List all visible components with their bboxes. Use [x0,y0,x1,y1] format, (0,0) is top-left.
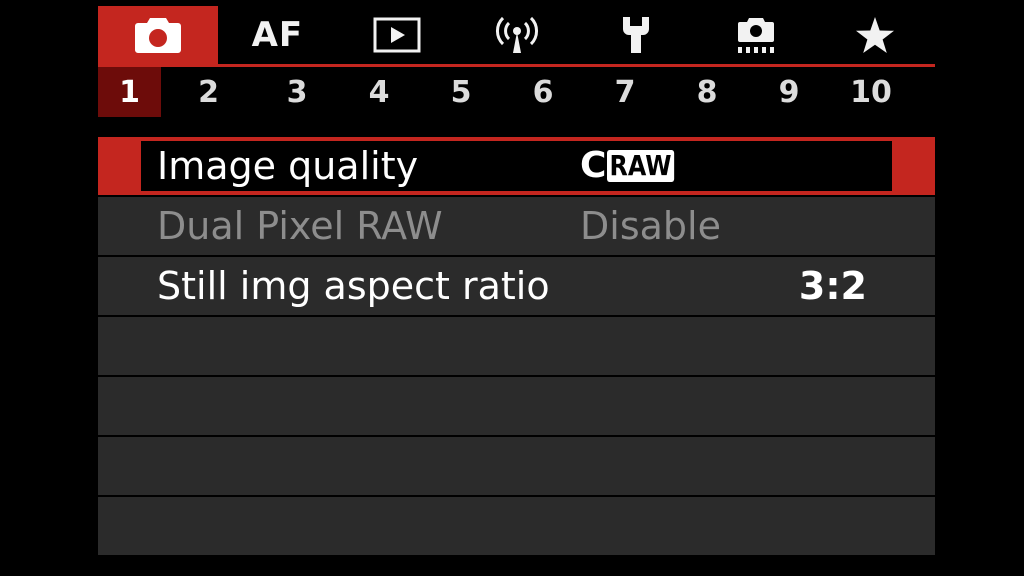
craw-prefix: C [580,145,607,186]
page-tab-3[interactable]: 3 [256,67,338,117]
tab-wireless[interactable] [457,6,577,64]
menu-item-aspect-ratio[interactable]: Still img aspect ratio 3:2 [98,255,935,315]
tab-af[interactable]: AF [218,6,338,64]
custom-camera-icon [734,15,778,55]
tab-custom[interactable] [696,6,816,64]
menu-item-empty [98,435,935,495]
page-tab-6[interactable]: 6 [502,67,584,117]
wireless-icon [494,15,540,55]
tab-setup[interactable] [576,6,696,64]
page-index-bar: 1 2 3 4 5 6 7 8 9 10 [98,67,912,117]
page-tab-8[interactable]: 8 [666,67,748,117]
page-tab-4[interactable]: 4 [338,67,420,117]
menu-list: Image quality C RAW Dual Pixel RAW Disab… [98,137,935,555]
tab-shooting[interactable] [98,6,218,64]
menu-item-value: 3:2 [798,264,867,308]
menu-item-empty [98,375,935,435]
raw-badge: RAW [607,150,675,182]
menu-item-dual-pixel-raw[interactable]: Dual Pixel RAW Disable [98,195,935,255]
page-tab-2[interactable]: 2 [161,67,256,117]
page-tab-5[interactable]: 5 [420,67,502,117]
play-icon [373,16,421,54]
menu-item-value: Disable [580,204,721,248]
page-tab-7[interactable]: 7 [584,67,666,117]
menu-item-label: Image quality [157,144,419,188]
page-tab-9[interactable]: 9 [748,67,830,117]
camera-icon [133,15,183,55]
star-icon [855,16,895,54]
image-quality-value: C RAW [580,137,686,195]
menu-item-empty [98,315,935,375]
menu-tab-bar: AF [98,6,935,64]
menu-item-label: Dual Pixel RAW [157,204,443,248]
page-tab-10[interactable]: 10 [830,67,912,117]
menu-item-label: Still img aspect ratio [157,264,550,308]
tab-my-menu[interactable] [815,6,935,64]
wrench-icon [619,15,653,55]
menu-item-empty [98,495,935,555]
tab-af-label: AF [251,15,304,55]
page-tab-1[interactable]: 1 [98,67,161,117]
menu-item-image-quality[interactable]: Image quality C RAW [98,137,935,195]
tab-playback[interactable] [337,6,457,64]
